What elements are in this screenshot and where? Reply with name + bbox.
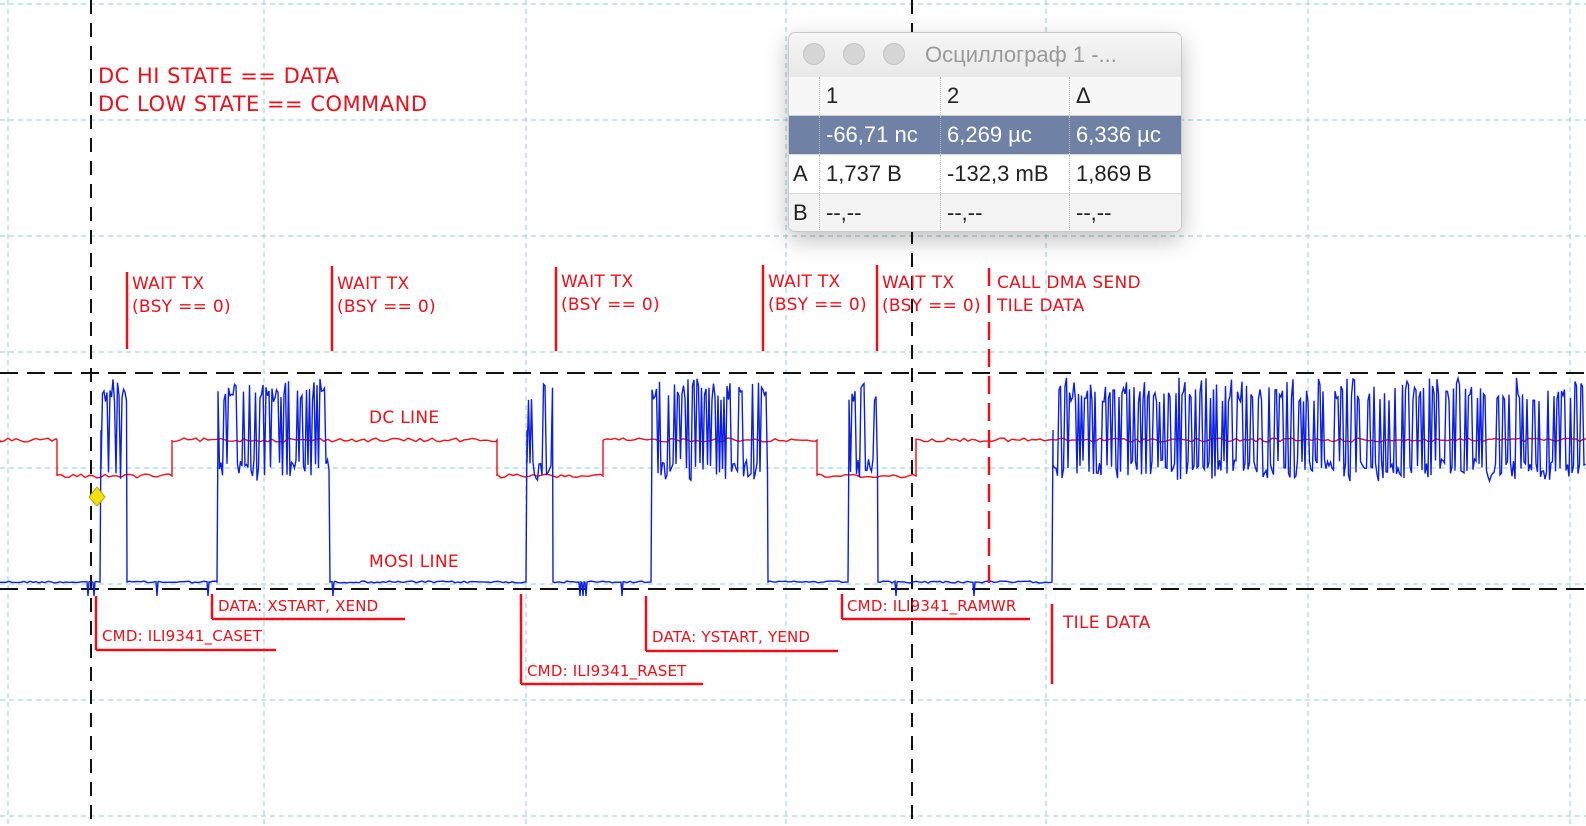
cell-value: --,-- xyxy=(819,193,941,231)
dma-send-sub: TILE DATA xyxy=(997,296,1085,316)
cell-value: 1,737 B xyxy=(819,154,941,194)
minimize-button[interactable] xyxy=(843,43,865,65)
col-header-2[interactable]: 2 xyxy=(940,77,1070,116)
row-label xyxy=(789,115,820,155)
cell-value: -132,3 mB xyxy=(940,154,1070,194)
cell-value: 6,336 µc xyxy=(1069,115,1181,155)
wait-tx-4-title: WAIT TX xyxy=(768,272,841,292)
cell-value: 6,269 µc xyxy=(940,115,1070,155)
window-title: Осциллограф 1 -... xyxy=(925,42,1117,67)
cell-value: --,-- xyxy=(940,193,1070,231)
phase-cmd-raset: CMD: ILI9341_RASET xyxy=(527,662,687,680)
wait-tx-1-sub: (BSY == 0) xyxy=(132,297,231,317)
col-header-delta[interactable]: Δ xyxy=(1069,77,1181,116)
zoom-button[interactable] xyxy=(883,43,905,65)
table-header: 1 2 Δ xyxy=(789,77,1181,116)
dma-send-title: CALL DMA SEND xyxy=(997,273,1141,293)
mosi-line-trace xyxy=(0,375,1586,597)
phase-cmd-caset: CMD: ILI9341_CASET xyxy=(102,627,263,645)
wait-tx-5-title: WAIT TX xyxy=(882,273,955,293)
dc-line-label: DC LINE xyxy=(369,408,440,428)
wait-tx-2-title: WAIT TX xyxy=(337,274,410,294)
row-label: A xyxy=(789,154,820,194)
wait-tx-4-sub: (BSY == 0) xyxy=(768,295,867,315)
mosi-line-label: MOSI LINE xyxy=(369,552,459,572)
table-row-b[interactable]: B --,-- --,-- --,-- xyxy=(789,193,1181,231)
legend-dc-hi: DC HI STATE == DATA xyxy=(98,64,340,88)
cell-value: --,-- xyxy=(1069,193,1181,231)
phase-cmd-ramwr: CMD: ILI9341_RAMWR xyxy=(847,597,1017,615)
wait-tx-3-sub: (BSY == 0) xyxy=(561,295,660,315)
wait-tx-1-title: WAIT TX xyxy=(132,274,205,294)
cell-value: 1,869 B xyxy=(1069,154,1181,194)
col-header-1[interactable]: 1 xyxy=(819,77,941,116)
table-row-time[interactable]: -66,71 nc 6,269 µc 6,336 µc xyxy=(789,115,1181,155)
measurement-table: 1 2 Δ -66,71 nc 6,269 µc 6,336 µc A 1,73… xyxy=(789,77,1181,231)
close-button[interactable] xyxy=(803,43,825,65)
wait-tx-3-title: WAIT TX xyxy=(561,272,634,292)
col-header-label[interactable] xyxy=(789,77,820,116)
window-titlebar[interactable]: Осциллограф 1 -... xyxy=(789,33,1181,77)
table-row-a[interactable]: A 1,737 B -132,3 mB 1,869 B xyxy=(789,154,1181,194)
phase-data-y: DATA: YSTART, YEND xyxy=(652,628,811,646)
wait-tx-2-sub: (BSY == 0) xyxy=(337,297,436,317)
row-label: B xyxy=(789,193,820,231)
wait-tx-5-sub: (BSY == 0) xyxy=(882,296,981,316)
oscilloscope-measurement-window[interactable]: Осциллограф 1 -... 1 2 Δ -66,71 nc 6,269… xyxy=(788,32,1182,232)
legend-dc-low: DC LOW STATE == COMMAND xyxy=(98,92,428,116)
phase-data-x: DATA: XSTART, XEND xyxy=(218,597,379,615)
annotation-markers xyxy=(94,265,1054,686)
cell-value: -66,71 nc xyxy=(819,115,941,155)
phase-tile-data: TILE DATA xyxy=(1063,613,1151,633)
